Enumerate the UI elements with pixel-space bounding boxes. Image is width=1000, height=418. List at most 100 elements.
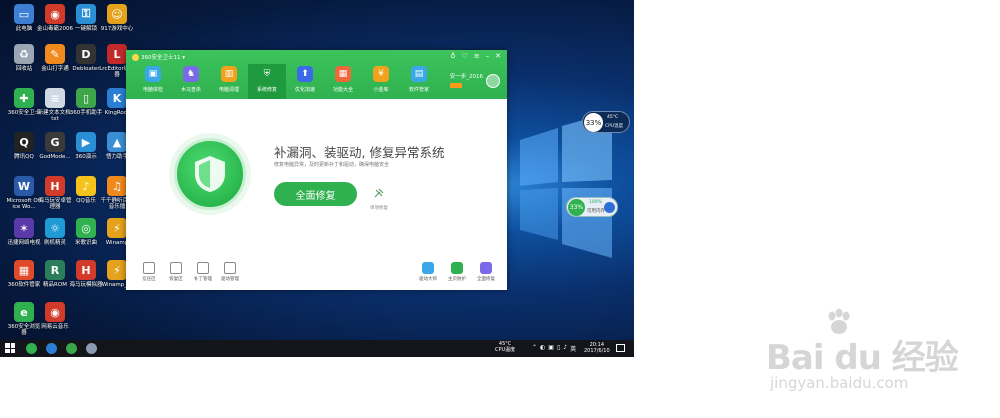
tray-icon[interactable]: ⌃ xyxy=(532,344,537,353)
app-icon: ☺ xyxy=(107,4,127,24)
taskbar-app[interactable] xyxy=(62,341,81,356)
tab-icon: ▥ xyxy=(221,66,237,82)
page-subtitle: 修复电脑异常，及时更新补丁和驱动，确保电脑安全 xyxy=(274,162,390,168)
tool-label: 主页防护 xyxy=(448,277,466,282)
bottom-tool[interactable]: 驱动管理 xyxy=(219,262,241,282)
avatar[interactable] xyxy=(486,74,500,88)
memory-label: 可用内存 xyxy=(587,209,605,214)
minimize-icon[interactable]: – xyxy=(486,52,490,60)
taskbar-app-icon xyxy=(46,343,57,354)
skin-icon[interactable]: ♁ xyxy=(450,52,455,60)
cpu-temp-widget[interactable]: 33% 45°C CPU温度 xyxy=(582,111,630,133)
tab-0[interactable]: ▣ 电脑体检 xyxy=(134,64,172,99)
baidu-jingyan-watermark: Bai du 经验 jingyan.baidu.com xyxy=(766,308,959,408)
tray-icon[interactable]: ◐ xyxy=(540,344,545,353)
tab-label: 电脑清理 xyxy=(218,87,239,93)
full-repair-button[interactable]: 全面修复 xyxy=(274,182,357,206)
tool-icon xyxy=(480,262,492,274)
taskbar-app[interactable] xyxy=(82,341,101,356)
tab-3[interactable]: ⛨ 系统修复 xyxy=(248,64,286,99)
notification-icon[interactable] xyxy=(616,344,625,352)
desktop-icon-label: 网易云音乐 xyxy=(41,324,69,330)
desktop-icon[interactable]: ☺ 917游戏中心 xyxy=(99,4,135,32)
app-icon: ≡ xyxy=(45,88,65,108)
tab-7[interactable]: ▤ 软件管家 xyxy=(400,64,438,99)
app-icon: ▦ xyxy=(14,260,34,280)
tray-temp-label: CPU温度 xyxy=(495,346,516,353)
single-fix-button[interactable]: 单项修复 xyxy=(368,184,390,211)
boost-icon[interactable] xyxy=(604,202,615,213)
menu-icon[interactable]: ≡ xyxy=(474,52,480,60)
desktop-icon[interactable]: ◉ 网易云音乐 xyxy=(37,302,73,330)
app-window-360: 360安全卫士11 ▾ ♁ ♡ ≡ – ✕ ▣ 电脑体检 ♞ 木马查杀 ▥ 电脑清理 ⛨ 系统… xyxy=(126,50,507,290)
wrench-icon xyxy=(374,188,384,198)
tool-label: 恢复区 xyxy=(169,277,183,282)
tab-label: 电脑体检 xyxy=(142,87,163,93)
taskbar-app[interactable] xyxy=(22,341,41,356)
tab-label: 系统修复 xyxy=(256,87,277,93)
tray-icon[interactable]: ♪ xyxy=(563,344,567,353)
tray-icon[interactable]: 英 xyxy=(570,344,576,353)
window-controls: ♁ ♡ ≡ – ✕ xyxy=(450,52,501,60)
app-icon: ♻ xyxy=(14,44,34,64)
speed-ball-widget[interactable]: 33% 100% 可用内存 xyxy=(566,197,618,217)
app-title: 360安全卫士11 ▾ xyxy=(132,53,185,61)
app-icon: ▲ xyxy=(107,132,127,152)
tool-label: 驱动管理 xyxy=(221,277,239,282)
tab-icon: ▦ xyxy=(335,66,351,82)
favorite-icon[interactable]: ♡ xyxy=(461,52,467,60)
app-icon: ⚿ xyxy=(76,4,96,24)
app-title-text: 360安全卫士11 ▾ xyxy=(141,55,186,61)
tool-icon xyxy=(224,262,236,274)
tool-icon xyxy=(170,262,182,274)
taskbar: 45°C CPU温度 ⌃ ◐ ▣ ▯ ♪ 英 20:14 2017/6/10 xyxy=(0,340,634,357)
bottom-tool[interactable]: 主页防护 xyxy=(446,262,468,282)
close-icon[interactable]: ✕ xyxy=(495,52,501,60)
cpu-usage-circle: 33% xyxy=(584,113,603,132)
app-icon: D xyxy=(76,44,96,64)
taskbar-app[interactable] xyxy=(42,341,61,356)
single-fix-label: 单项修复 xyxy=(370,206,388,211)
tool-icon xyxy=(197,262,209,274)
tray-icon[interactable]: ▯ xyxy=(557,344,560,353)
app-icon: ◎ xyxy=(76,218,96,238)
tab-icon: ▣ xyxy=(145,66,161,82)
tab-5[interactable]: ▦ 功能大全 xyxy=(324,64,362,99)
app-icon: H xyxy=(76,260,96,280)
tab-6[interactable]: ¥ 小金库 xyxy=(362,64,400,99)
app-icon: ▯ xyxy=(76,88,96,108)
tab-label: 小金库 xyxy=(373,87,389,93)
app-logo-icon xyxy=(132,53,139,61)
bottom-tool[interactable]: 全面修复 xyxy=(475,262,497,282)
app-icon: ♫ xyxy=(107,176,127,196)
bottom-tool[interactable]: 恢复区 xyxy=(165,262,187,282)
app-icon: L xyxy=(107,44,127,64)
tab-1[interactable]: ♞ 木马查杀 xyxy=(172,64,210,99)
tab-4[interactable]: ⬆ 优化加速 xyxy=(286,64,324,99)
watermark-url: jingyan.baidu.com xyxy=(770,374,909,392)
tray-icon[interactable]: ▣ xyxy=(548,344,554,353)
bottom-tool[interactable]: 信任区 xyxy=(138,262,160,282)
app-icon: e xyxy=(14,302,34,322)
tab-icon: ⛨ xyxy=(259,66,275,82)
memory-value: 100% xyxy=(589,200,602,205)
app-icon: ✎ xyxy=(45,44,65,64)
app-icon: ♪ xyxy=(76,176,96,196)
user-level-badge xyxy=(449,83,462,88)
main-tabs: ▣ 电脑体检 ♞ 木马查杀 ▥ 电脑清理 ⛨ 系统修复 ⬆ 优化加速 ▦ 功能大全 ¥ 小金库 ▤ 软件管家 xyxy=(134,64,438,99)
tab-2[interactable]: ▥ 电脑清理 xyxy=(210,64,248,99)
app-icon: R xyxy=(45,260,65,280)
tray-clock[interactable]: 20:14 2017/6/10 xyxy=(584,342,610,354)
app-icon: ◉ xyxy=(45,4,65,24)
tool-label: 全面修复 xyxy=(477,277,495,282)
app-icon: H xyxy=(45,176,65,196)
memory-usage-circle: 33% xyxy=(568,199,585,216)
bottom-tool[interactable]: 驱动大师 xyxy=(417,262,439,282)
bottom-tool[interactable]: 补丁管理 xyxy=(192,262,214,282)
tray-cpu-temp[interactable]: 45°C CPU温度 xyxy=(495,341,516,354)
app-icon: ⚡ xyxy=(107,260,127,280)
bottom-right-tools: 驱动大师 主页防护 全面修复 xyxy=(417,262,497,282)
user-info[interactable]: 安一步_2016 xyxy=(449,72,483,88)
tab-icon: ♞ xyxy=(183,66,199,82)
start-button[interactable] xyxy=(5,343,15,353)
